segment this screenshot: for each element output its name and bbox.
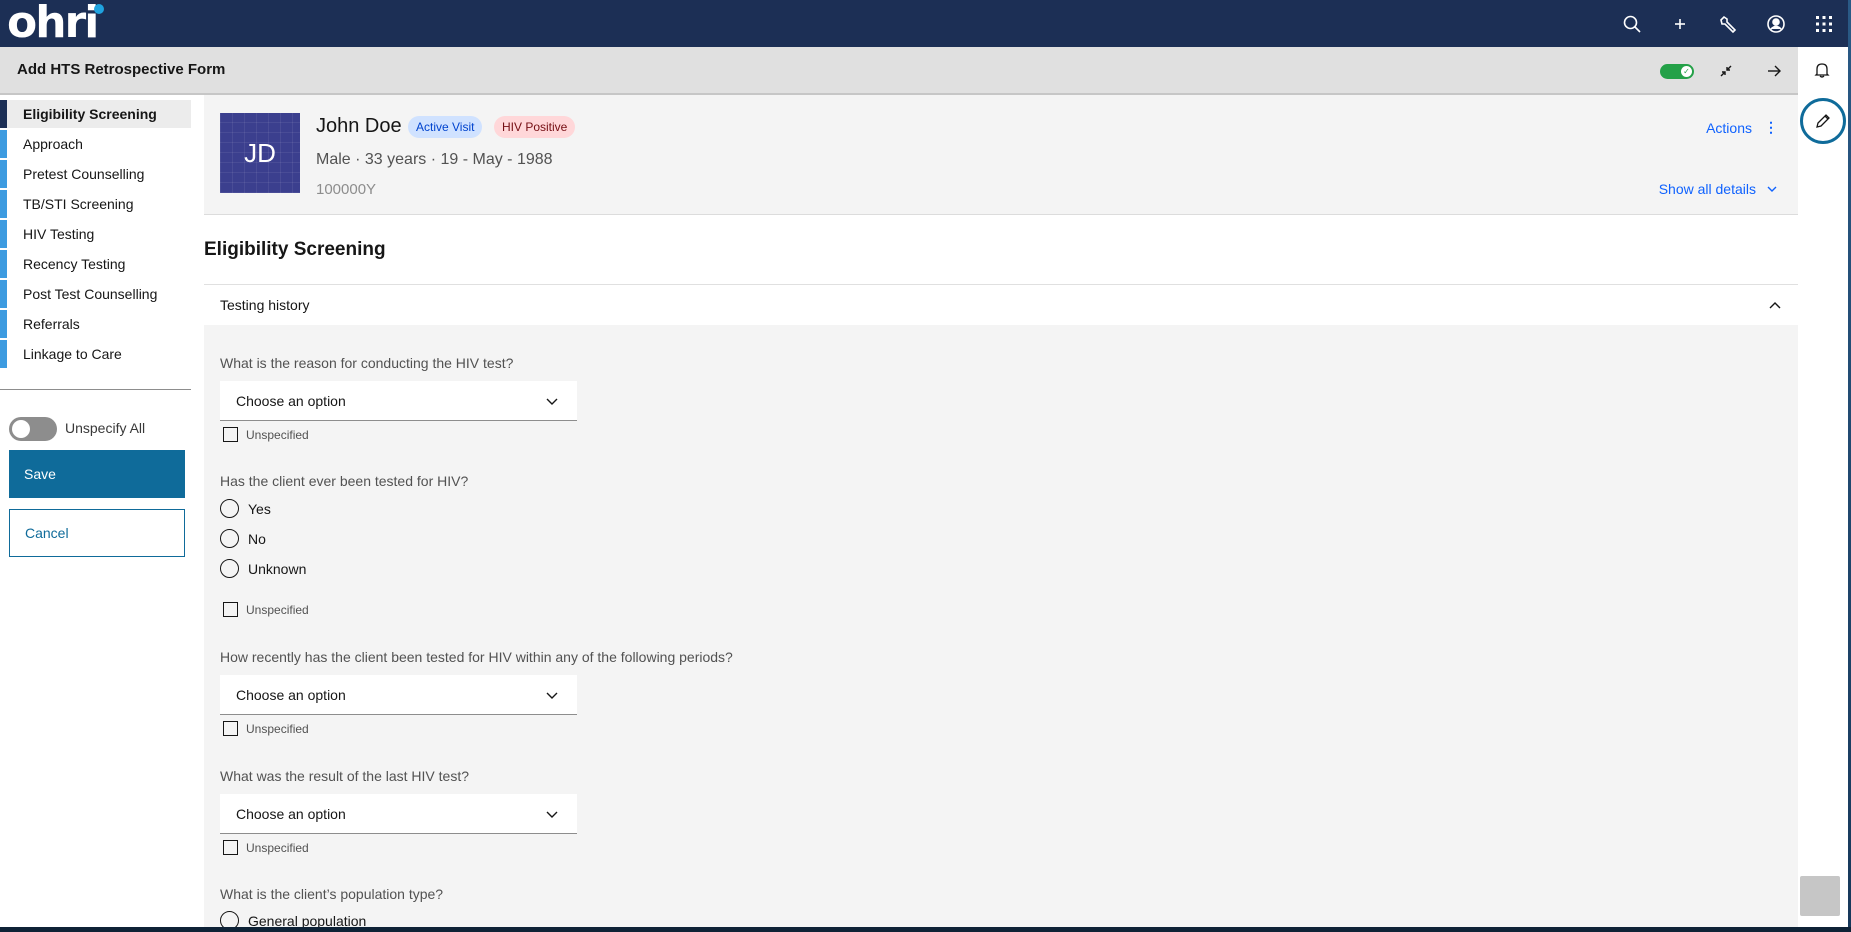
scrollbar-thumb[interactable] [1800, 876, 1840, 916]
question-label: What is the reason for conducting the HI… [220, 355, 514, 371]
wrench-icon[interactable] [1704, 0, 1752, 47]
hiv-positive-tag: HIV Positive [494, 116, 576, 138]
radio-no[interactable]: No [220, 529, 266, 548]
right-side-panel [1798, 47, 1848, 927]
section-title: Eligibility Screening [204, 239, 386, 260]
sidebar-item-referrals[interactable]: Referrals [0, 310, 191, 338]
sidebar-item-post-test-counselling[interactable]: Post Test Counselling [0, 280, 191, 308]
chevron-down-icon [1767, 186, 1777, 192]
edit-pencil-icon[interactable] [1800, 98, 1846, 144]
chevron-down-icon [545, 807, 559, 821]
unspecified-checkbox[interactable]: Unspecified [223, 721, 309, 736]
patient-banner: JD John Doe Active Visit HIV Positive Ma… [204, 95, 1798, 215]
chevron-up-icon [1768, 298, 1782, 312]
save-button[interactable]: Save [9, 450, 185, 498]
form-header: Add HTS Retrospective Form ✓ [0, 47, 1798, 95]
arrow-right-icon[interactable] [1762, 59, 1786, 83]
sidebar-item-linkage-to-care[interactable]: Linkage to Care [0, 340, 191, 368]
checkmark-icon: ✓ [1681, 66, 1692, 77]
app-switcher-icon[interactable] [1800, 0, 1848, 47]
unspecified-checkbox[interactable]: Unspecified [223, 840, 309, 855]
accordion-body: What is the reason for conducting the HI… [204, 325, 1798, 927]
logo-dot [94, 4, 104, 14]
ohri-logo[interactable]: ohri [7, 0, 104, 48]
last-test-result-select[interactable]: Choose an option [220, 794, 577, 834]
unspecified-checkbox[interactable]: Unspecified [223, 427, 309, 442]
patient-name: John Doe [316, 115, 402, 137]
sidebar-item-hiv-testing[interactable]: HIV Testing [0, 220, 191, 248]
add-icon[interactable] [1656, 0, 1704, 47]
sidebar-divider [0, 389, 191, 390]
form-title: Add HTS Retrospective Form [17, 61, 226, 78]
question-label: Has the client ever been tested for HIV? [220, 473, 469, 489]
radio-unknown[interactable]: Unknown [220, 559, 306, 578]
cancel-button[interactable]: Cancel [9, 509, 185, 557]
sidebar-item-tb-sti-screening[interactable]: TB/STI Screening [0, 190, 191, 218]
unspecified-checkbox[interactable]: Unspecified [223, 602, 309, 617]
app-window: ohri Add HTS Retrospective Form ✓ Eligib… [0, 0, 1848, 927]
question-label: What was the result of the last HIV test… [220, 768, 469, 784]
show-all-details-label: Show all details [1658, 181, 1756, 197]
question-label: What is the client’s population type? [220, 886, 444, 902]
radio-general-population[interactable]: General population [220, 911, 366, 927]
form-sidebar: Eligibility Screening Approach Pretest C… [0, 95, 204, 927]
search-icon[interactable] [1608, 0, 1656, 47]
actions-menu-button[interactable]: Actions ⋮ [1706, 119, 1778, 136]
active-visit-tag: Active Visit [408, 116, 483, 138]
reason-for-test-select[interactable]: Choose an option [220, 381, 577, 421]
sidebar-item-eligibility-screening[interactable]: Eligibility Screening [0, 100, 191, 128]
patient-demographics: Male · 33 years · 19 - May - 1988 [316, 151, 553, 168]
recent-test-period-select[interactable]: Choose an option [220, 675, 577, 715]
top-navigation: ohri [0, 0, 1848, 47]
overflow-menu-icon: ⋮ [1764, 119, 1778, 135]
form-content: Eligibility Screening Testing history Wh… [204, 215, 1798, 927]
actions-label: Actions [1706, 119, 1752, 136]
accordion-testing-history[interactable]: Testing history [204, 284, 1798, 325]
form-toggle[interactable]: ✓ [1660, 64, 1694, 79]
patient-avatar: JD [220, 113, 300, 193]
question-label: How recently has the client been tested … [220, 649, 733, 665]
radio-yes[interactable]: Yes [220, 499, 271, 518]
patient-identifier: 100000Y [316, 181, 377, 198]
user-avatar-icon[interactable] [1752, 0, 1800, 47]
sidebar-item-pretest-counselling[interactable]: Pretest Counselling [0, 160, 191, 188]
chevron-down-icon [545, 394, 559, 408]
unspecify-all-toggle[interactable] [9, 417, 57, 441]
minimize-icon[interactable] [1714, 59, 1738, 83]
notification-bell-icon[interactable] [1813, 61, 1833, 81]
desktop-taskbar-edge [0, 927, 1851, 932]
show-all-details-button[interactable]: Show all details [1659, 181, 1778, 197]
logo-text: ohri [7, 0, 99, 48]
unspecify-all-label: Unspecify All [65, 420, 146, 436]
accordion-title: Testing history [220, 297, 310, 313]
sidebar-item-recency-testing[interactable]: Recency Testing [0, 250, 191, 278]
sidebar-item-approach[interactable]: Approach [0, 130, 191, 158]
chevron-down-icon [545, 688, 559, 702]
